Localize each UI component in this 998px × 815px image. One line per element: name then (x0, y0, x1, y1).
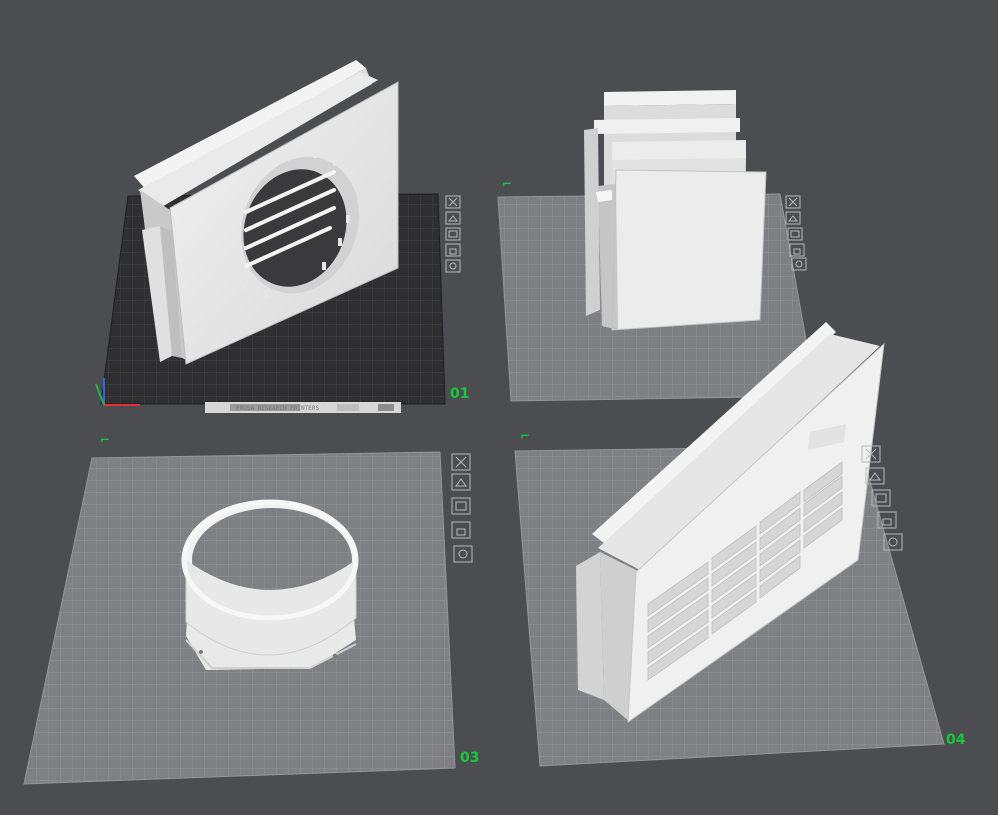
plate-03[interactable]: ⌐ 03 (23, 433, 479, 785)
plate-number-label: 01 (450, 386, 469, 402)
plate-corner-mark: ⌐ (100, 433, 110, 447)
lock-plate-button[interactable] (445, 243, 461, 257)
bed-branding-text: PRUSA RESEARCH PRINTERS (236, 405, 319, 412)
plate-number-label: 04 (946, 732, 966, 748)
plate-settings-button[interactable] (787, 227, 803, 241)
plate-corner-mark: ⌐ (520, 429, 530, 443)
plate-01-toolbar (445, 195, 461, 273)
lock-plate-button[interactable] (451, 521, 471, 539)
lock-plate-button[interactable] (789, 243, 805, 257)
orient-plate-button[interactable] (791, 257, 807, 271)
delete-plate-button[interactable] (445, 195, 461, 209)
arrange-plate-button[interactable] (785, 211, 801, 225)
orient-plate-button[interactable] (445, 259, 461, 273)
delete-plate-button[interactable] (451, 453, 471, 471)
plate-settings-button[interactable] (445, 227, 461, 241)
arrange-plate-button[interactable] (445, 211, 461, 225)
3d-viewport[interactable]: PRUSA RESEARCH PRINTERS 01 ⌐ ⌐ 03 ⌐ 04 (0, 0, 998, 815)
plate-number-label: 03 (460, 750, 479, 766)
plate-02[interactable]: ⌐ (497, 90, 817, 402)
arrange-plate-button[interactable] (451, 473, 471, 491)
plate-settings-button[interactable] (451, 497, 471, 515)
plate-01[interactable]: PRUSA RESEARCH PRINTERS 01 (95, 60, 469, 413)
orient-plate-button[interactable] (453, 545, 473, 563)
model-duct-panels[interactable] (584, 90, 767, 331)
delete-plate-button[interactable] (785, 195, 801, 209)
plate-03-toolbar (451, 453, 473, 563)
plate-corner-mark: ⌐ (502, 177, 512, 191)
model-duct-collar[interactable] (181, 499, 359, 670)
